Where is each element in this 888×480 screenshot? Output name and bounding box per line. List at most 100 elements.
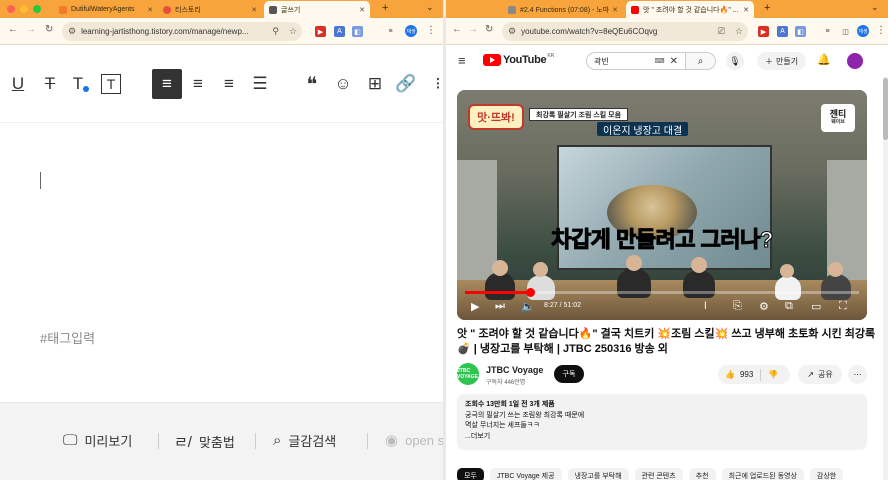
close-icon[interactable]: ✕ — [612, 6, 618, 14]
play-icon[interactable]: ▶ — [471, 300, 479, 313]
profile-avatar[interactable]: 재생 — [405, 25, 417, 37]
search-button[interactable]: ⌕ — [686, 52, 716, 70]
link-icon[interactable]: 🔗 — [393, 71, 419, 97]
translate-extension-icon[interactable]: A — [334, 26, 345, 37]
profile-avatar[interactable]: 재생 — [857, 25, 869, 37]
close-icon[interactable]: ✕ — [359, 6, 365, 14]
settings-gear-icon[interactable]: ⚙ — [759, 300, 769, 313]
emoticon-icon[interactable]: ☺ — [330, 71, 356, 97]
chevron-down-icon[interactable]: ⌄ — [871, 2, 879, 13]
zoom-icon[interactable]: ⚲ — [272, 26, 279, 37]
tab-write[interactable]: 글쓰기 ✕ — [264, 1, 370, 18]
next-icon[interactable]: ⏭ — [495, 300, 505, 313]
filter-chip[interactable]: 모두 — [457, 468, 484, 480]
theater-mode-icon[interactable]: ▭ — [811, 300, 821, 313]
video-progress-bar[interactable] — [465, 288, 859, 297]
progress-scrubber[interactable] — [526, 288, 535, 297]
new-tab-icon[interactable]: + — [382, 2, 388, 14]
close-icon[interactable]: ✕ — [743, 6, 749, 14]
filter-chip[interactable]: 냉장고를 부탁해 — [567, 468, 629, 480]
show-more-link[interactable]: ...더보기 — [465, 432, 859, 443]
search-material-button[interactable]: ⌕ 글감검색 — [273, 431, 336, 450]
forward-icon[interactable]: → — [26, 24, 36, 35]
channel-avatar[interactable]: JTBC VOYAGE — [457, 363, 479, 385]
autoplay-toggle-icon[interactable]: ⏽ — [701, 300, 710, 313]
hamburger-menu-icon[interactable]: ≡ — [458, 53, 466, 68]
text-background-icon[interactable]: T — [101, 74, 121, 94]
underline-icon[interactable]: U — [5, 71, 31, 97]
align-center-icon[interactable]: ≡ — [185, 71, 211, 97]
translate-extension-icon[interactable]: A — [777, 26, 788, 37]
new-tab-icon[interactable]: + — [764, 2, 770, 14]
menu-icon[interactable]: ⋮ — [876, 25, 886, 36]
tab-nomad[interactable]: #2.4 Functions (07:08) - 노마 ✕ — [503, 1, 623, 18]
filter-chip[interactable]: 감상한 — [809, 468, 844, 480]
open-source-button[interactable]: ◉ open s — [385, 431, 443, 449]
close-icon[interactable]: ✕ — [147, 6, 153, 14]
bookmark-star-icon[interactable]: ☆ — [735, 26, 743, 37]
strikethrough-icon[interactable]: T — [37, 71, 63, 97]
align-right-icon[interactable]: ≡ — [216, 71, 242, 97]
reload-icon[interactable]: ↻ — [45, 24, 53, 35]
list-icon[interactable]: ⁝ — [425, 71, 443, 97]
cast-icon[interactable]: ⎚ — [718, 26, 725, 37]
address-bar[interactable]: ⚙ youtube.com/watch?v=8eQEu6COqvg ⎚ ☆ — [502, 22, 748, 41]
align-left-icon[interactable]: ≡ — [152, 69, 182, 99]
filter-chip[interactable]: 추천 — [688, 468, 716, 480]
sidepanel-icon[interactable]: ◫ — [840, 26, 851, 37]
clear-search-icon[interactable]: ✕ — [670, 56, 678, 67]
minimize-window-button[interactable] — [20, 5, 28, 13]
subtitles-icon[interactable]: ⎘ — [733, 300, 742, 313]
miniplayer-icon[interactable]: ⧉ — [785, 300, 793, 313]
voice-search-button[interactable]: 🎙 — [726, 52, 744, 70]
youtube-logo[interactable]: YouTube KR — [483, 53, 554, 66]
site-info-icon[interactable]: ⚙ — [508, 26, 516, 37]
keyboard-icon[interactable]: ⌨ — [655, 57, 665, 65]
filter-chip[interactable]: JTBC Voyage 제공 — [489, 468, 562, 480]
avatar[interactable] — [847, 53, 863, 69]
close-window-button[interactable] — [7, 5, 15, 13]
bookmark-star-icon[interactable]: ☆ — [289, 26, 297, 37]
notifications-bell-icon[interactable]: 🔔 — [817, 53, 831, 66]
video-description[interactable]: 조회수 13만회 1일 전 3개 제품 궁극의 필살기 쓰는 조림왕 최강록 때… — [457, 394, 867, 450]
tag-input[interactable]: #태그입력 — [40, 328, 95, 347]
reload-icon[interactable]: ↻ — [485, 24, 493, 35]
subscribe-button[interactable]: 구독 — [554, 365, 584, 383]
address-bar[interactable]: ⚙ learning-jartisthong.tistory.com/manag… — [62, 22, 302, 41]
spellcheck-button[interactable]: ㄹ/ 맞춤법 — [174, 431, 235, 452]
quote-icon[interactable]: ❝ — [299, 71, 325, 97]
volume-icon[interactable]: 🔈 — [521, 300, 535, 313]
fullscreen-icon[interactable]: ⛶ — [839, 300, 847, 313]
text-color-icon[interactable]: T — [68, 71, 94, 97]
share-button[interactable]: ↗ 공유 — [798, 365, 842, 384]
extension-icon[interactable]: ▶ — [315, 26, 326, 37]
tab-dutiful[interactable]: DutifulWateryAgents ✕ — [54, 1, 158, 18]
align-justify-icon[interactable]: ☰ — [247, 71, 273, 97]
back-icon[interactable]: ← — [452, 24, 462, 35]
video-player[interactable]: 맛·뜨봐! 최강록 필살기 조림 스킬 모음 이온지 냉장고 대결 젠티 웨이브… — [457, 90, 867, 320]
extension-icon[interactable]: ◧ — [352, 26, 363, 37]
reading-list-icon[interactable]: ≡ — [822, 26, 833, 37]
tab-tistory[interactable]: 티스토리 ✕ — [158, 1, 262, 18]
tab-youtube[interactable]: 앗 " 조려야 할 것 같습니다🔥" ... ✕ — [626, 1, 754, 18]
channel-name[interactable]: JTBC Voyage — [486, 365, 543, 375]
close-icon[interactable]: ✕ — [251, 6, 257, 14]
extension-icon[interactable]: ◧ — [795, 26, 806, 37]
back-icon[interactable]: ← — [8, 24, 18, 35]
forward-icon[interactable]: → — [468, 24, 478, 35]
site-info-icon[interactable]: ⚙ — [68, 26, 76, 37]
dislike-button[interactable]: 👎 — [761, 365, 785, 384]
chevron-down-icon[interactable]: ⌄ — [426, 2, 434, 13]
menu-icon[interactable]: ⋮ — [426, 25, 436, 36]
table-icon[interactable]: ⊞ — [362, 71, 388, 97]
scrollbar-thumb[interactable] — [883, 78, 888, 140]
preview-button[interactable]: 🖵 미리보기 — [63, 431, 132, 450]
like-button[interactable]: 👍 993 — [718, 365, 760, 384]
search-input[interactable]: 곽빈 ⌨ ✕ — [586, 52, 686, 70]
reading-list-icon[interactable]: ≡ — [385, 26, 396, 37]
create-button[interactable]: ＋ 만들기 — [757, 52, 807, 70]
extension-icon[interactable]: ▶ — [758, 26, 769, 37]
filter-chip[interactable]: 최근에 업로드된 동영상 — [721, 468, 804, 480]
zoom-window-button[interactable] — [33, 5, 41, 13]
filter-chip[interactable]: 관련 콘텐츠 — [634, 468, 683, 480]
